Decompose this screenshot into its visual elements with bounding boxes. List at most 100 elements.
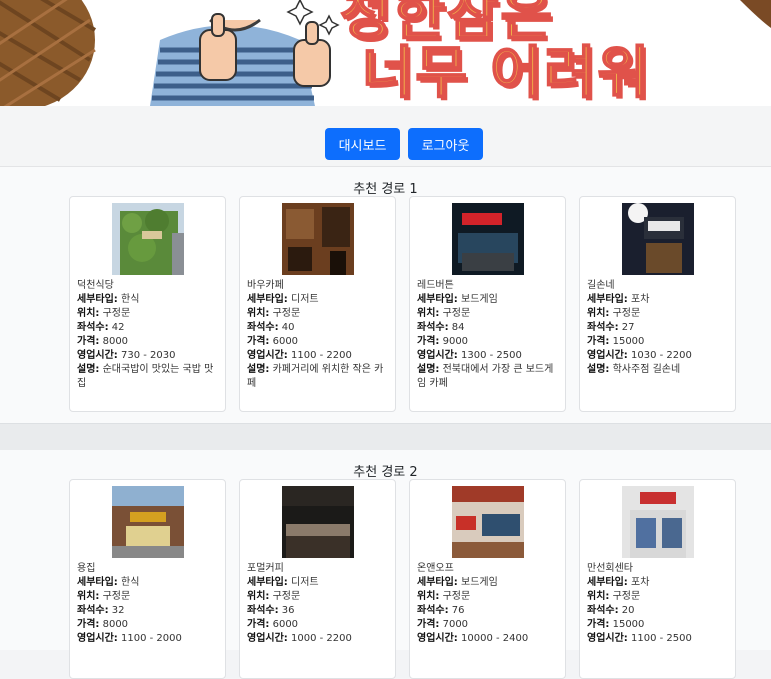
- field-label: 좌석수:: [247, 605, 279, 616]
- field-value: 한식: [121, 294, 140, 305]
- field-label: 설명:: [247, 364, 270, 375]
- seats-field: 좌석수: 76: [417, 604, 562, 618]
- hours-field: 영업시간: 10000 - 2400: [417, 632, 562, 646]
- field-label: 영업시간:: [247, 350, 288, 361]
- field-label: 영업시간:: [587, 350, 628, 361]
- field-value: 구정문: [442, 308, 471, 319]
- hours-field: 영업시간: 1100 - 2500: [587, 632, 732, 646]
- field-value: 보드게임: [461, 577, 498, 588]
- desc-field: 설명: 카페거리에 위치한 작은 카페: [247, 363, 392, 391]
- hours-field: 영업시간: 1100 - 2200: [247, 349, 392, 363]
- field-label: 영업시간:: [77, 350, 118, 361]
- field-label: 영업시간:: [417, 350, 458, 361]
- location-field: 위치: 구정문: [417, 307, 562, 321]
- place-name: 만선회센타: [587, 563, 633, 574]
- field-value: 구정문: [102, 591, 131, 602]
- hours-field: 영업시간: 1000 - 2200: [247, 632, 392, 646]
- seats-field: 좌석수: 20: [587, 604, 732, 618]
- place-name: 길손네: [587, 280, 615, 291]
- field-value: 한식: [121, 577, 140, 588]
- field-value: 6000: [272, 619, 299, 630]
- field-label: 좌석수:: [417, 605, 449, 616]
- field-label: 세부타입:: [77, 294, 118, 305]
- place-photo: [622, 486, 694, 558]
- type-field: 세부타입: 한식: [77, 576, 222, 590]
- place-card[interactable]: 포멀커피 세부타입: 디저트 위치: 구정문 좌석수: 36 가격: 6000 영업시간:…: [239, 479, 396, 679]
- field-label: 영업시간:: [417, 633, 458, 644]
- field-value: 구정문: [272, 591, 301, 602]
- price-field: 가격: 9000: [417, 335, 562, 349]
- field-label: 가격:: [417, 336, 440, 347]
- place-card[interactable]: 덕천식당 세부타입: 한식 위치: 구정문 좌석수: 42 가격: 8000 영업시간: …: [69, 196, 226, 412]
- field-value: 32: [111, 605, 125, 616]
- place-name: 덕천식당: [77, 280, 114, 291]
- field-label: 위치:: [417, 591, 440, 602]
- field-value: 1100 - 2000: [121, 633, 182, 644]
- field-value: 15000: [612, 336, 645, 347]
- field-label: 설명:: [417, 364, 440, 375]
- field-value: 포차: [631, 294, 650, 305]
- field-value: 1030 - 2200: [631, 350, 692, 361]
- field-value: 9000: [442, 336, 469, 347]
- place-card[interactable]: 온앤오프 세부타입: 보드게임 위치: 구정문 좌석수: 76 가격: 7000 영업시간…: [409, 479, 566, 679]
- place-photo: [282, 486, 354, 558]
- type-field: 세부타입: 포차: [587, 576, 732, 590]
- hours-field: 영업시간: 1030 - 2200: [587, 349, 732, 363]
- place-card[interactable]: 길손네 세부타입: 포차 위치: 구정문 좌석수: 27 가격: 15000 영업시간: …: [579, 196, 736, 412]
- price-field: 가격: 7000: [417, 618, 562, 632]
- location-field: 위치: 구정문: [247, 590, 392, 604]
- field-label: 영업시간:: [247, 633, 288, 644]
- place-photo: [622, 203, 694, 275]
- field-label: 위치:: [587, 308, 610, 319]
- place-card[interactable]: 용집 세부타입: 한식 위치: 구정문 좌석수: 32 가격: 8000 영업시간: 11…: [69, 479, 226, 679]
- seats-field: 좌석수: 42: [77, 321, 222, 335]
- place-photo: [452, 203, 524, 275]
- field-label: 가격:: [417, 619, 440, 630]
- field-label: 위치:: [417, 308, 440, 319]
- field-value: 42: [111, 322, 125, 333]
- field-value: 36: [281, 605, 295, 616]
- field-value: 구정문: [102, 308, 131, 319]
- place-name: 포멀커피: [247, 563, 284, 574]
- field-value: 15000: [612, 619, 645, 630]
- place-photo: [452, 486, 524, 558]
- field-label: 가격:: [247, 619, 270, 630]
- price-field: 가격: 15000: [587, 618, 732, 632]
- place-card[interactable]: 레드버튼 세부타입: 보드게임 위치: 구정문 좌석수: 84 가격: 9000 영업시간…: [409, 196, 566, 412]
- place-card[interactable]: 만선회센타세부타입: 포차 위치: 구정문 좌석수: 20 가격: 15000 영업시간…: [579, 479, 736, 679]
- field-label: 위치:: [77, 308, 100, 319]
- location-field: 위치: 구정문: [587, 307, 732, 321]
- field-label: 세부타입:: [417, 294, 458, 305]
- field-label: 가격:: [587, 336, 610, 347]
- hero-title-line-2: 너무 어려워: [361, 40, 652, 106]
- dashboard-button[interactable]: 대시보드: [325, 128, 400, 160]
- place-card[interactable]: 바우카페 세부타입: 디저트 위치: 구정문 좌석수: 40 가격: 6000 영업시간:…: [239, 196, 396, 412]
- field-value: 10000 - 2400: [461, 633, 529, 644]
- field-label: 설명:: [587, 364, 610, 375]
- field-value: 구정문: [442, 591, 471, 602]
- price-field: 가격: 8000: [77, 335, 222, 349]
- field-value: 1300 - 2500: [461, 350, 522, 361]
- logout-button[interactable]: 로그아웃: [408, 128, 483, 160]
- hours-field: 영업시간: 1300 - 2500: [417, 349, 562, 363]
- field-value: 디저트: [291, 577, 319, 588]
- location-field: 위치: 구정문: [417, 590, 562, 604]
- place-photo: [282, 203, 354, 275]
- field-label: 좌석수:: [417, 322, 449, 333]
- field-value: 1000 - 2200: [291, 633, 352, 644]
- place-name: 온앤오프: [417, 563, 454, 574]
- route-title: 추천 경로 1: [353, 182, 418, 197]
- type-field: 세부타입: 포차: [587, 293, 732, 307]
- field-value: 7000: [442, 619, 469, 630]
- field-label: 위치:: [247, 591, 270, 602]
- field-value: 84: [451, 322, 465, 333]
- route-section-2: 추천 경로 2 용집 세부타입: 한식 위치: 구정문 좌석수: 32 가격: 8000…: [0, 450, 771, 679]
- seats-field: 좌석수: 40: [247, 321, 392, 335]
- field-value: 8000: [102, 619, 129, 630]
- place-name: 레드버튼: [417, 280, 454, 291]
- location-field: 위치: 구정문: [587, 590, 732, 604]
- desc-field: 설명: 순대국밥이 맛있는 국밥 맛집: [77, 363, 222, 391]
- field-label: 위치:: [587, 591, 610, 602]
- location-field: 위치: 구정문: [77, 307, 222, 321]
- location-field: 위치: 구정문: [247, 307, 392, 321]
